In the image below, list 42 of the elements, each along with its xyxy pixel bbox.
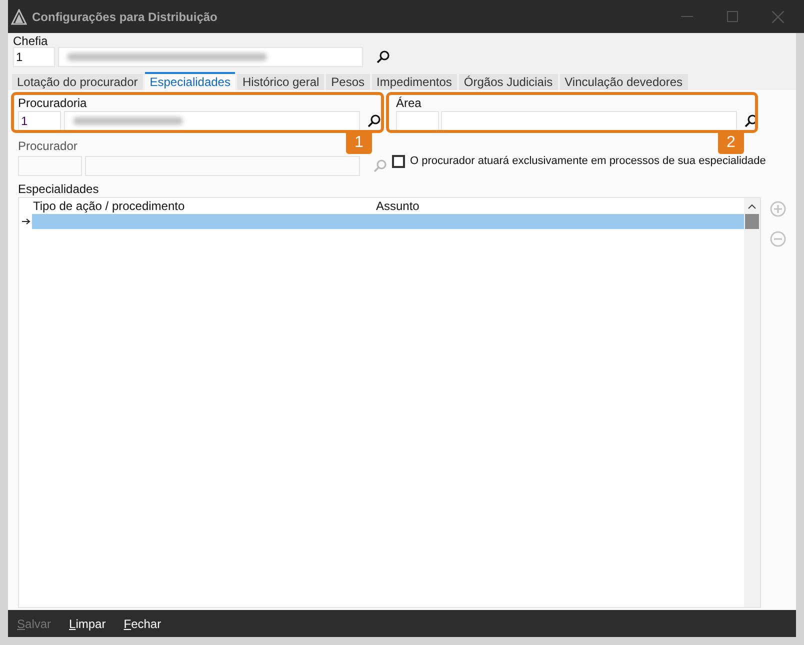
- tab[interactable]: Histórico geral: [237, 74, 324, 90]
- maximize-icon[interactable]: [727, 11, 738, 22]
- minimize-icon[interactable]: [681, 16, 693, 18]
- tab[interactable]: Lotação do procurador: [12, 74, 143, 90]
- search-icon[interactable]: [367, 114, 381, 128]
- field-label: Chefia: [13, 34, 49, 48]
- app-logo-icon: [11, 8, 27, 24]
- name-field[interactable]: [440, 111, 737, 131]
- code-field[interactable]: 1: [18, 111, 61, 131]
- action-button[interactable]: Limpar: [69, 614, 106, 632]
- callout-badge: 1: [346, 132, 372, 154]
- scroll-thumb[interactable]: [745, 214, 759, 229]
- search-icon[interactable]: [376, 50, 390, 64]
- close-icon[interactable]: [772, 10, 784, 22]
- scrollbar[interactable]: [744, 198, 760, 607]
- section-label: Especialidades: [18, 182, 100, 196]
- code-field[interactable]: 1: [13, 47, 55, 67]
- tab[interactable]: Impedimentos: [372, 74, 457, 90]
- name-field[interactable]: [84, 156, 360, 176]
- name-field[interactable]: [58, 47, 363, 67]
- action-button[interactable]: Fechar: [124, 614, 162, 632]
- field-label: Procurador: [18, 139, 78, 153]
- column-header[interactable]: Tipo de ação / procedimento: [33, 197, 376, 215]
- row-indicator-icon: [22, 218, 31, 225]
- tab[interactable]: Especialidades: [144, 72, 236, 90]
- name-field[interactable]: [64, 111, 360, 131]
- tab[interactable]: Vinculação devedores: [560, 74, 688, 90]
- column-header[interactable]: Assunto: [376, 197, 420, 215]
- tab[interactable]: Órgãos Judiciais: [458, 74, 558, 90]
- checkbox-label: O procurador atuará exclusivamente em processos de sua especialidade: [410, 154, 766, 169]
- window-title: Configurações para Distribuição: [32, 8, 218, 26]
- checkbox[interactable]: [392, 154, 405, 168]
- add-icon[interactable]: [770, 201, 786, 217]
- remove-icon[interactable]: [770, 231, 786, 247]
- tab[interactable]: Pesos: [326, 74, 370, 90]
- search-icon[interactable]: [744, 114, 758, 128]
- callout-badge: 2: [718, 132, 744, 154]
- scroll-up-icon[interactable]: [748, 204, 756, 209]
- field-label: Procuradoria: [18, 96, 88, 110]
- code-field[interactable]: [18, 156, 82, 176]
- code-field[interactable]: [396, 111, 439, 131]
- field-label: Área: [396, 96, 422, 110]
